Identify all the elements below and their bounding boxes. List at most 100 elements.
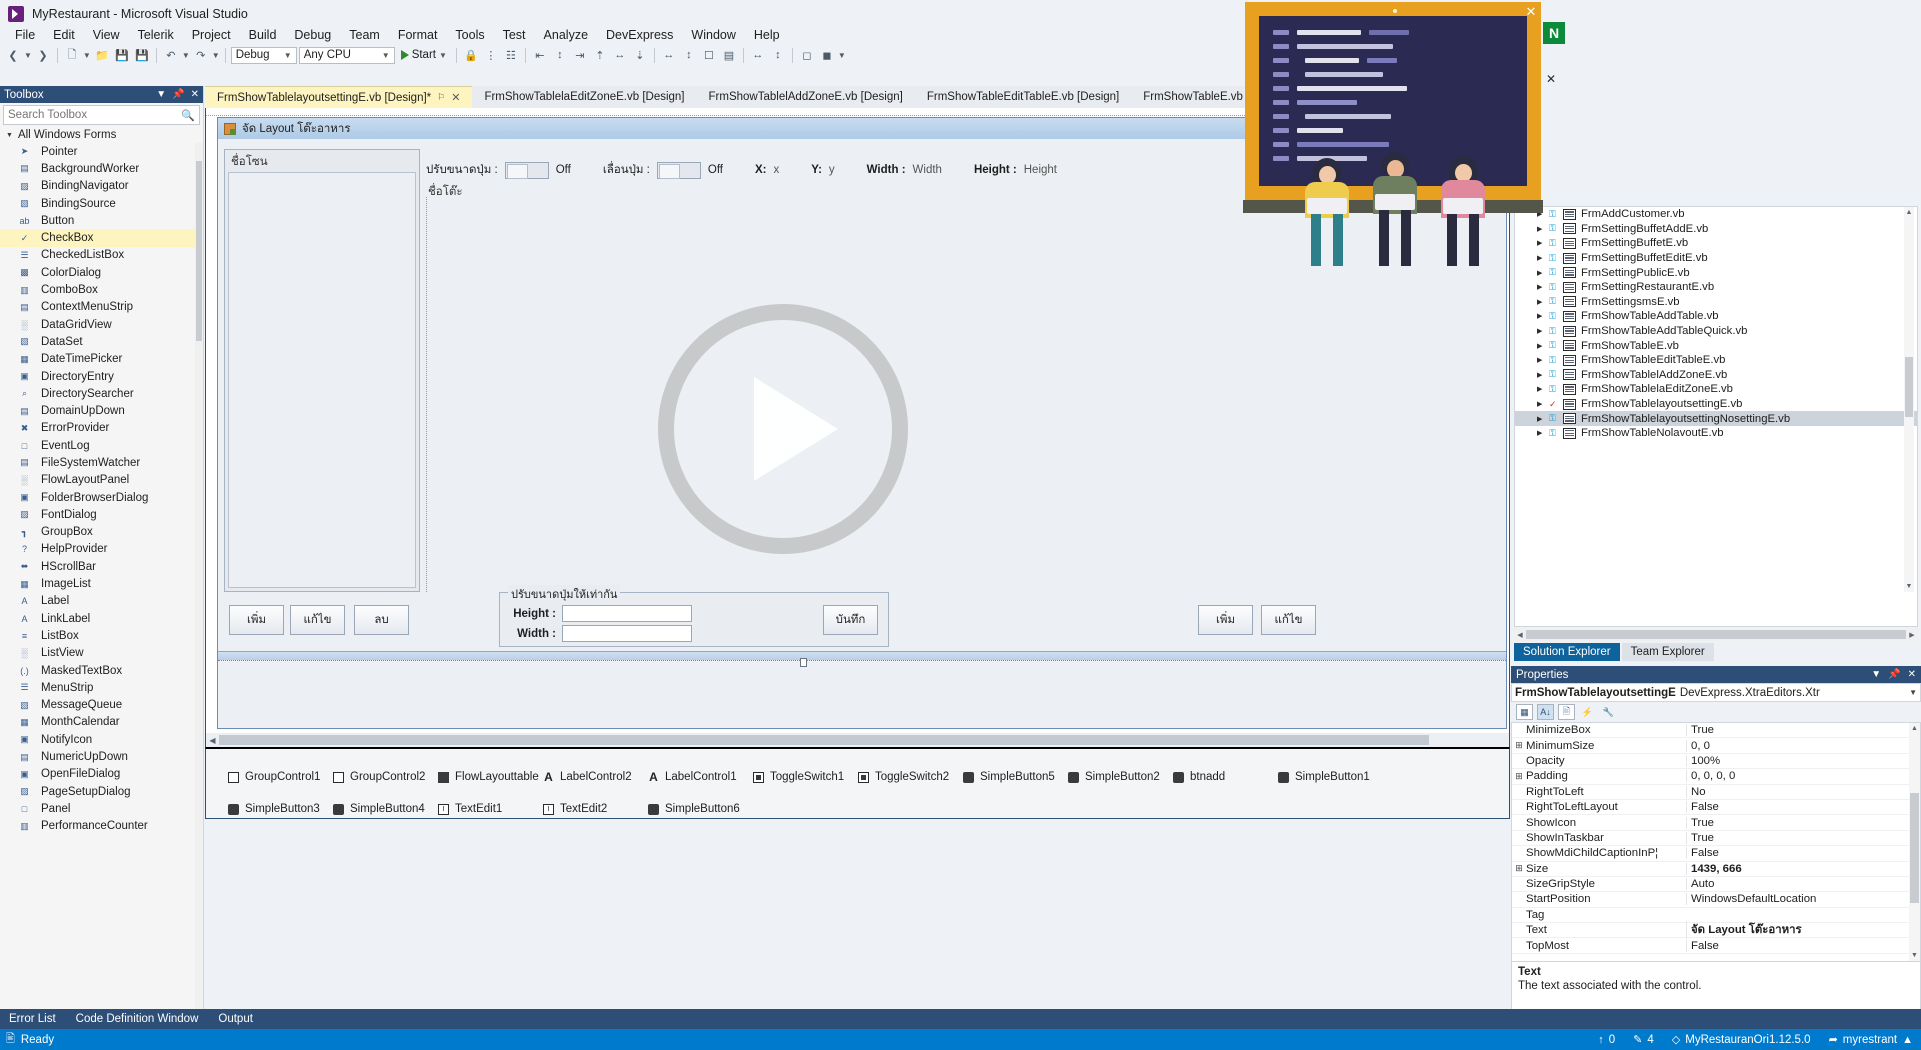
menu-item-project[interactable]: Project bbox=[183, 26, 240, 44]
expand-icon[interactable]: ⊞ bbox=[1512, 771, 1526, 782]
menu-item-view[interactable]: View bbox=[84, 26, 129, 44]
menu-item-test[interactable]: Test bbox=[494, 26, 535, 44]
property-row-opacity[interactable]: Opacity 100% bbox=[1512, 754, 1920, 770]
solution-item-frmshowtablelayoutsettingnosettinge-vb[interactable]: ▶ ⚿ FrmShowTablelayoutsettingNosettingE.vb bbox=[1515, 411, 1917, 426]
expand-icon[interactable]: ⊞ bbox=[1512, 740, 1526, 751]
close-icon[interactable]: ✕ bbox=[1908, 669, 1916, 680]
form-resize-grip[interactable] bbox=[800, 658, 807, 667]
properties-object-select[interactable]: FrmShowTablelayoutsettingE DevExpress.Xt… bbox=[1511, 683, 1921, 702]
zone-list-panel[interactable]: ชื่อโซน bbox=[224, 149, 420, 592]
tray-item-textedit2[interactable]: I TextEdit2 bbox=[543, 793, 648, 825]
tab-solution-explorer[interactable]: Solution Explorer bbox=[1514, 643, 1620, 661]
toolbox-item-domainupdown[interactable]: ▤ DomainUpDown bbox=[0, 402, 203, 419]
toolbox-item-combobox[interactable]: ▥ ComboBox bbox=[0, 281, 203, 298]
toolbox-item-menustrip[interactable]: ☰ MenuStrip bbox=[0, 679, 203, 696]
events-icon[interactable]: ⚡ bbox=[1579, 704, 1596, 720]
tray-item-simplebutton2[interactable]: SimpleButton2 bbox=[1068, 761, 1173, 793]
solution-item-frmshowtableladdzonee-vb[interactable]: ▶ ⚿ FrmShowTablelAddZoneE.vb bbox=[1515, 368, 1917, 383]
align-lefts-icon[interactable]: ⇤ bbox=[531, 46, 549, 64]
chevron-right-icon[interactable]: ▶ bbox=[1537, 385, 1544, 393]
scroll-left-icon[interactable]: ◀ bbox=[1514, 631, 1526, 639]
document-tab-1[interactable]: FrmShowTablelaEditZoneE.vb [Design] bbox=[472, 86, 697, 108]
solution-explorer-vertical-scrollbar[interactable]: ▲ ▼ bbox=[1904, 207, 1914, 592]
tray-item-simplebutton4[interactable]: SimpleButton4 bbox=[333, 793, 438, 825]
send-to-back-icon[interactable]: ◼ bbox=[818, 46, 836, 64]
make-same-width-icon[interactable]: ↔ bbox=[660, 46, 678, 64]
toolbox-item-button[interactable]: ab Button bbox=[0, 212, 203, 229]
scrollbar-thumb[interactable] bbox=[1905, 357, 1913, 417]
property-row-minimumsize[interactable]: ⊞ MinimumSize 0, 0 bbox=[1512, 738, 1920, 754]
pin-icon[interactable]: ⚐ bbox=[437, 92, 445, 103]
toolbox-scrollbar[interactable] bbox=[195, 143, 203, 1023]
menu-item-window[interactable]: Window bbox=[682, 26, 744, 44]
close-icon[interactable]: ✕ bbox=[451, 91, 460, 104]
property-value[interactable]: 1439, 666 bbox=[1686, 862, 1920, 875]
save-icon[interactable]: 💾 bbox=[113, 46, 131, 64]
zone-list-body[interactable] bbox=[228, 172, 416, 588]
solution-item-frmsettingbuffetadde-vb[interactable]: ▶ ⚿ FrmSettingBuffetAddE.vb bbox=[1515, 222, 1917, 237]
grid-icon[interactable]: ☷ bbox=[502, 46, 520, 64]
toolbox-item-imagelist[interactable]: ▦ ImageList bbox=[0, 575, 203, 592]
solution-item-frmshowtableaddtable-vb[interactable]: ▶ ⚿ FrmShowTableAddTable.vb bbox=[1515, 309, 1917, 324]
solution-explorer-horizontal-scrollbar[interactable]: ◀ ▶ bbox=[1514, 628, 1918, 641]
menu-item-tools[interactable]: Tools bbox=[446, 26, 493, 44]
tray-item-flowlayouttable[interactable]: FlowLayouttable bbox=[438, 761, 543, 793]
align-tops-icon[interactable]: ⇡ bbox=[591, 46, 609, 64]
tray-item-labelcontrol1[interactable]: A LabelControl1 bbox=[648, 761, 753, 793]
property-row-text[interactable]: Text จัด Layout โต๊ะอาหาร bbox=[1512, 921, 1920, 940]
property-pages-icon[interactable]: 🔧 bbox=[1600, 704, 1617, 720]
properties-page-icon[interactable]: 🖹 bbox=[1558, 704, 1575, 720]
solution-item-frmshowtablenolavoute-vb[interactable]: ▶ ⚿ FrmShowTableNolavoutE.vb bbox=[1515, 426, 1917, 441]
tray-item-btnadd[interactable]: btnadd bbox=[1173, 761, 1278, 793]
vertical-spacing-icon[interactable]: ↕ bbox=[769, 46, 787, 64]
toolbox-item-monthcalendar[interactable]: ▦ MonthCalendar bbox=[0, 714, 203, 731]
tray-item-simplebutton6[interactable]: SimpleButton6 bbox=[648, 793, 753, 825]
toolbox-item-checkedlistbox[interactable]: ☰ CheckedListBox bbox=[0, 247, 203, 264]
tab-error-list[interactable]: Error List bbox=[6, 1012, 59, 1026]
chevron-right-icon[interactable]: ▶ bbox=[1537, 283, 1544, 291]
toolbox-item-pointer[interactable]: ➤ Pointer bbox=[0, 143, 203, 160]
toolbox-list[interactable]: ➤ Pointer ▤ BackgroundWorker ▨ BindingNavigat… bbox=[0, 143, 203, 1023]
chevron-right-icon[interactable]: ▶ bbox=[1537, 400, 1544, 408]
tab-code-definition-window[interactable]: Code Definition Window bbox=[73, 1012, 202, 1026]
tray-item-labelcontrol2[interactable]: A LabelControl2 bbox=[543, 761, 648, 793]
pending-changes-indicator[interactable]: ↑ 0 bbox=[1598, 1034, 1615, 1046]
chevron-right-icon[interactable]: ▶ bbox=[1537, 429, 1544, 437]
lock-controls-icon[interactable]: 🔒 bbox=[462, 46, 480, 64]
property-row-showintaskbar[interactable]: ShowInTaskbar True bbox=[1512, 831, 1920, 847]
property-value[interactable]: Auto bbox=[1686, 878, 1920, 891]
toolbox-item-datagridview[interactable]: ░ DataGridView bbox=[0, 316, 203, 333]
menu-item-format[interactable]: Format bbox=[389, 26, 447, 44]
property-row-righttoleft[interactable]: RightToLeft No bbox=[1512, 785, 1920, 800]
toolbox-group-all-windows-forms[interactable]: ▼ All Windows Forms bbox=[0, 127, 203, 143]
property-row-minimizebox[interactable]: MinimizeBox True bbox=[1512, 723, 1920, 739]
chevron-right-icon[interactable]: ▶ bbox=[1537, 342, 1544, 350]
toolbox-item-bindingsource[interactable]: ▧ BindingSource bbox=[0, 195, 203, 212]
toolbox-item-performancecounter[interactable]: ▥ PerformanceCounter bbox=[0, 818, 203, 835]
document-tab-0[interactable]: FrmShowTablelayoutsettingE.vb [Design]* ⚐… bbox=[205, 86, 473, 108]
zone-delete-button[interactable]: ลบ bbox=[354, 605, 409, 635]
toolbox-item-dataset[interactable]: ▧ DataSet bbox=[0, 333, 203, 350]
property-value[interactable]: 100% bbox=[1686, 754, 1920, 767]
toolbox-item-contextmenustrip[interactable]: ▤ ContextMenuStrip bbox=[0, 299, 203, 316]
menu-item-devexpress[interactable]: DevExpress bbox=[597, 26, 682, 44]
toolbox-item-listview[interactable]: ░ ListView bbox=[0, 645, 203, 662]
make-same-size-icon[interactable]: ☐ bbox=[700, 46, 718, 64]
document-tab-2[interactable]: FrmShowTablelAddZoneE.vb [Design] bbox=[696, 86, 915, 108]
chevron-right-icon[interactable]: ▶ bbox=[1537, 356, 1544, 364]
solution-item-frmsettingbuffete-vb[interactable]: ▶ ⚿ FrmSettingBuffetE.vb bbox=[1515, 236, 1917, 251]
property-value[interactable]: 0, 0 bbox=[1686, 739, 1920, 752]
move-toggle-switch[interactable] bbox=[656, 161, 701, 179]
menu-item-edit[interactable]: Edit bbox=[44, 26, 84, 44]
property-value[interactable]: WindowsDefaultLocation bbox=[1686, 893, 1920, 906]
scroll-up-icon[interactable]: ▲ bbox=[1905, 209, 1913, 216]
component-tray[interactable]: GroupControl1 GroupControl2 FlowLayouttabl… bbox=[205, 747, 1510, 819]
align-bottoms-icon[interactable]: ⇣ bbox=[631, 46, 649, 64]
properties-vertical-scrollbar[interactable]: ▲ ▼ bbox=[1909, 723, 1920, 961]
property-value[interactable]: จัด Layout โต๊ะอาหาร bbox=[1686, 921, 1920, 940]
tray-item-groupcontrol1[interactable]: GroupControl1 bbox=[228, 761, 333, 793]
bring-to-front-icon[interactable]: ◻ bbox=[798, 46, 816, 64]
property-value[interactable]: True bbox=[1686, 831, 1920, 844]
right-panel-close-icon[interactable]: ✕ bbox=[1546, 72, 1556, 86]
alphabetical-icon[interactable]: A↓ bbox=[1537, 704, 1554, 720]
